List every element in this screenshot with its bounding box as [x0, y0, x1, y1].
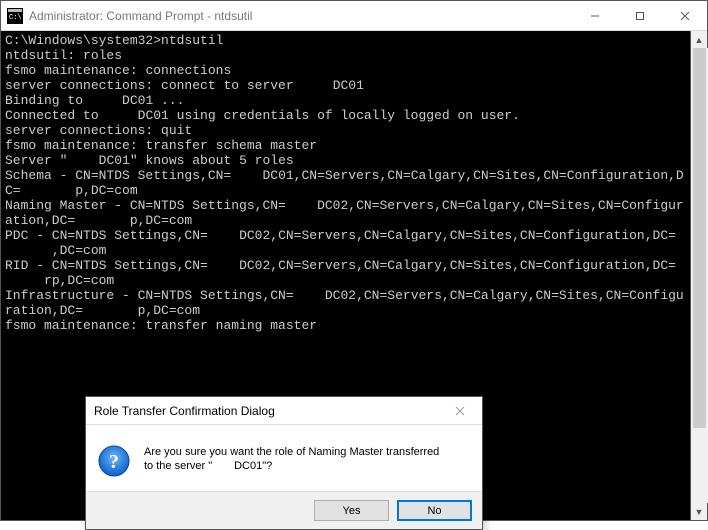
redacted-text: xxxx	[301, 78, 332, 93]
redacted-text: xxxxxxx	[83, 303, 138, 318]
schema-role-suffix: p,DC=com	[75, 183, 137, 198]
redacted-text: xxxx	[286, 198, 317, 213]
fsmo-prompt: fsmo maintenance:	[5, 138, 145, 153]
dialog-message-line2-prefix: to the server "	[144, 460, 212, 472]
dialog-button-row: Yes No	[86, 491, 482, 529]
redacted-text: xxxx	[106, 108, 137, 123]
scroll-up-icon[interactable]: ▲	[691, 31, 708, 48]
infra-role-line: Infrastructure - CN=NTDS Settings,CN=	[5, 288, 294, 303]
dialog-body: ? Are you sure you want the role of Nami…	[86, 425, 482, 491]
cmd-ntdsutil: ntdsutil	[161, 33, 223, 48]
cmd-transfer-naming: transfer naming master	[145, 318, 317, 333]
command-prompt-window: C:\ Administrator: Command Prompt - ntds…	[0, 0, 708, 521]
redacted-text: xxxxx	[5, 273, 44, 288]
redacted-text: xxxxxxx	[75, 213, 130, 228]
redacted-text: xxxx	[212, 460, 234, 472]
naming-role-suffix: p,DC=com	[130, 213, 192, 228]
schema-role-line: Schema - CN=NTDS Settings,CN=	[5, 168, 231, 183]
fsmo-prompt: fsmo maintenance:	[5, 63, 145, 78]
maximize-button[interactable]	[617, 1, 662, 31]
dialog-message-line1: Are you sure you want the role of Naming…	[144, 446, 439, 458]
dialog-close-button[interactable]	[446, 397, 474, 425]
rid-role-suffix: rp,DC=com	[44, 273, 114, 288]
cmd-connections: connections	[145, 63, 231, 78]
redacted-text: xxxx	[208, 258, 239, 273]
redacted-text: xxxxxx	[5, 243, 52, 258]
server-name: DC01	[333, 78, 364, 93]
rid-role-line: RID - CN=NTDS Settings,CN=	[5, 258, 208, 273]
scroll-track[interactable]	[691, 48, 708, 503]
fsmo-prompt: fsmo maintenance:	[5, 318, 145, 333]
redacted-text: xxxx	[294, 288, 325, 303]
dialog-message: Are you sure you want the role of Naming…	[144, 445, 439, 473]
close-button[interactable]	[662, 1, 707, 31]
cmd-icon: C:\	[7, 8, 23, 24]
dialog-title: Role Transfer Confirmation Dialog	[94, 404, 446, 418]
server-knows-line: Server "	[5, 153, 67, 168]
binding-suffix: DC01 ...	[122, 93, 184, 108]
rid-role-mid: DC02,CN=Servers,CN=Calgary,CN=Sites,CN=C…	[239, 258, 676, 273]
ntdsutil-prompt: ntdsutil:	[5, 48, 83, 63]
scroll-down-icon[interactable]: ▼	[691, 503, 708, 520]
naming-role-line: Naming Master - CN=NTDS Settings,CN=	[5, 198, 286, 213]
svg-text:?: ?	[109, 451, 119, 473]
svg-text:C:\: C:\	[9, 14, 22, 22]
pdc-role-line: PDC - CN=NTDS Settings,CN=	[5, 228, 208, 243]
binding-line: Binding to	[5, 93, 91, 108]
redacted-text: xxxx	[67, 153, 98, 168]
titlebar: C:\ Administrator: Command Prompt - ntds…	[1, 1, 707, 31]
dialog-message-line2-suffix: DC01"?	[234, 460, 272, 472]
redacted-text: xxxx	[91, 93, 122, 108]
question-icon: ?	[98, 445, 130, 477]
redacted-text: xxxx	[208, 228, 239, 243]
window-title: Administrator: Command Prompt - ntdsutil	[29, 9, 252, 23]
redacted-text: xxxxxxx	[21, 183, 76, 198]
role-transfer-confirmation-dialog: Role Transfer Confirmation Dialog ?	[85, 396, 483, 530]
redacted-text: xxxx	[231, 168, 262, 183]
server-conn-prompt: server connections:	[5, 123, 161, 138]
dialog-titlebar: Role Transfer Confirmation Dialog	[86, 397, 482, 425]
cmd-quit: quit	[161, 123, 192, 138]
prompt-path: C:\Windows\system32>	[5, 33, 161, 48]
cmd-roles: roles	[83, 48, 122, 63]
scroll-thumb[interactable]	[693, 48, 706, 428]
server-knows-suffix: DC01" knows about 5 roles	[99, 153, 294, 168]
cmd-connect-to: connect to server	[161, 78, 301, 93]
no-button[interactable]: No	[397, 500, 472, 521]
yes-button[interactable]: Yes	[314, 500, 389, 521]
connected-suffix: DC01 using credentials of locally logged…	[138, 108, 520, 123]
infra-role-suffix: p,DC=com	[138, 303, 200, 318]
server-conn-prompt: server connections:	[5, 78, 161, 93]
cmd-transfer-schema: transfer schema master	[145, 138, 317, 153]
pdc-role-mid: DC02,CN=Servers,CN=Calgary,CN=Sites,CN=C…	[239, 228, 676, 243]
minimize-button[interactable]	[572, 1, 617, 31]
terminal-scrollbar[interactable]: ▲ ▼	[690, 31, 707, 520]
connected-line: Connected to	[5, 108, 106, 123]
pdc-role-suffix: ,DC=com	[52, 243, 107, 258]
